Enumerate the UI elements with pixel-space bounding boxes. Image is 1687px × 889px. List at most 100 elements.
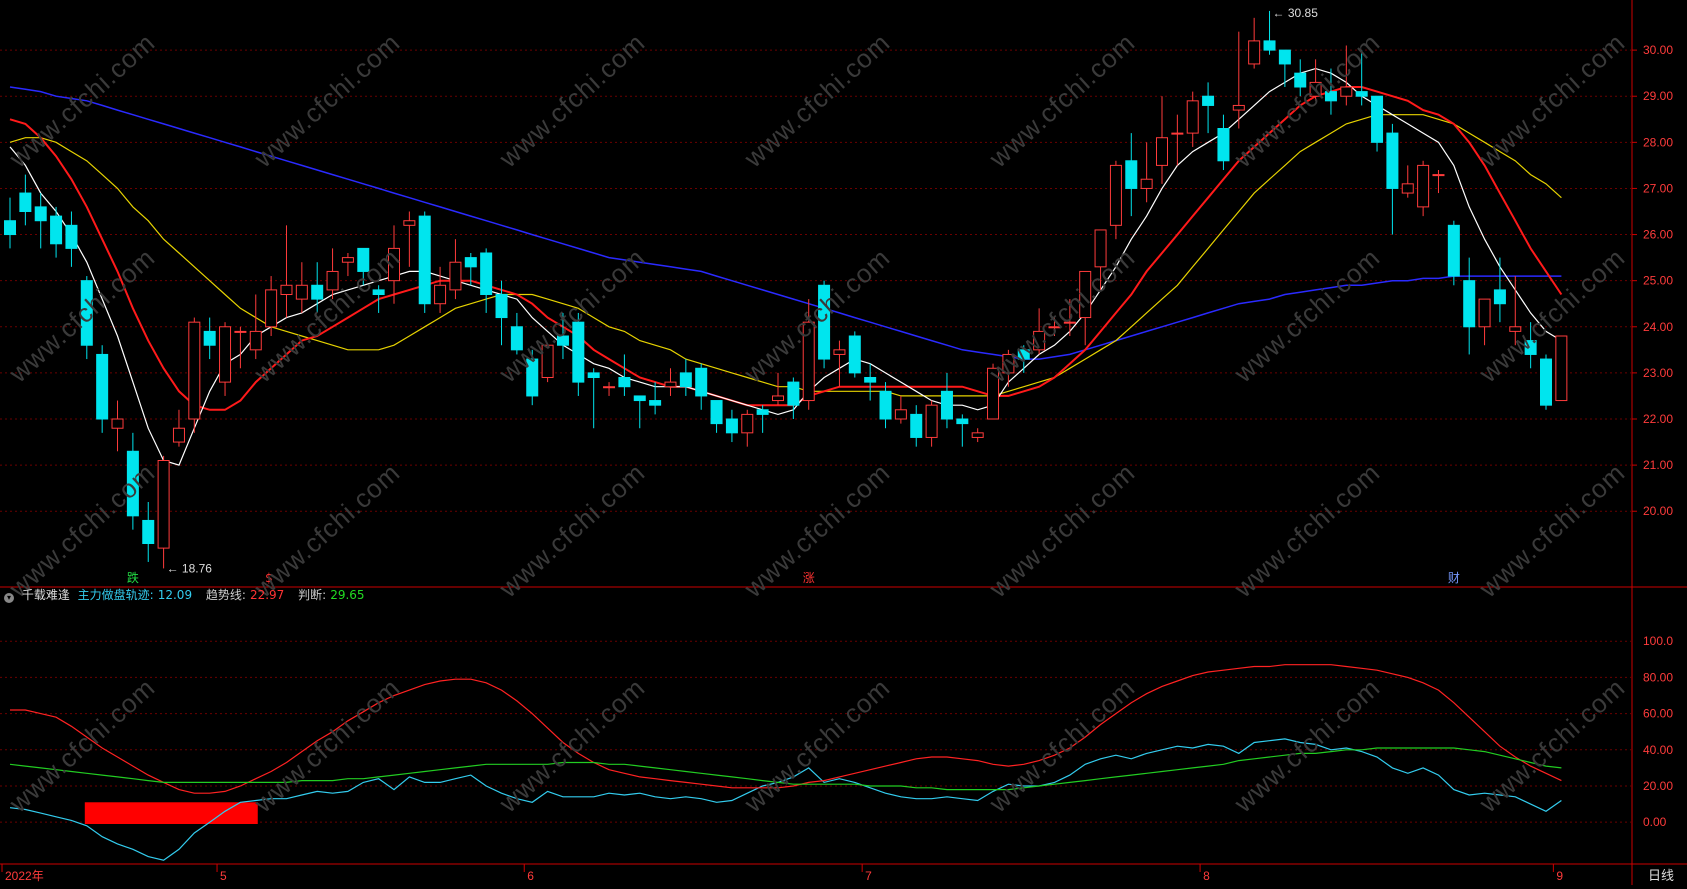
candle-body xyxy=(1002,353,1015,374)
candle-body xyxy=(833,349,846,355)
candle-body xyxy=(725,418,738,434)
candle-body xyxy=(971,432,984,438)
candle-body xyxy=(633,395,646,402)
osc-line xyxy=(9,747,1562,791)
ma-line-ma60 xyxy=(9,86,1562,360)
price-tick-label: 27.00 xyxy=(1643,181,1673,195)
price-tick-label: 30.00 xyxy=(1643,43,1673,57)
trend-value: 22.97 xyxy=(249,588,285,602)
candle-body xyxy=(1524,340,1537,355)
time-tick-label: 7 xyxy=(865,869,872,883)
main-value: 12.09 xyxy=(157,588,193,602)
candle-body xyxy=(65,224,78,249)
candle-body xyxy=(679,372,692,388)
event-marker: 涨 xyxy=(803,570,815,585)
candle-body xyxy=(480,252,493,295)
price-tick-label: 20.00 xyxy=(1643,504,1673,518)
candle-body xyxy=(510,326,523,351)
candle-body xyxy=(802,321,815,402)
candle-body xyxy=(34,206,47,222)
candle-body xyxy=(464,257,477,268)
osc-tick-label: 0.00 xyxy=(1643,815,1667,829)
chart-canvas: 30.00 29.00 28.00 27.00 26.00 25.00 24.00 23.00… xyxy=(0,0,1687,885)
candle-body xyxy=(172,427,185,443)
candle-body xyxy=(249,330,262,351)
candle-body xyxy=(925,404,938,438)
event-marker: 跌 xyxy=(127,570,139,585)
candle-body xyxy=(1417,164,1430,208)
candle-body xyxy=(848,335,861,374)
event-marker: 财 xyxy=(1448,571,1460,585)
candle-body xyxy=(4,220,16,236)
candle-body xyxy=(1094,229,1107,268)
candle-body xyxy=(434,284,447,305)
candle-body xyxy=(618,377,631,388)
candle-body xyxy=(403,220,416,226)
candle-body xyxy=(772,395,784,402)
candle-body xyxy=(910,413,923,438)
trend-label: 趋势线: xyxy=(205,588,246,602)
candle-body xyxy=(1493,289,1506,305)
price-tick-label: 25.00 xyxy=(1643,274,1673,288)
candle-body xyxy=(280,284,293,295)
collapse-icon[interactable]: ▾ xyxy=(4,593,14,603)
ma-line-ma20 xyxy=(9,114,1562,397)
candle-body xyxy=(879,390,892,420)
candle-body xyxy=(1202,95,1215,106)
candle-body xyxy=(219,326,232,383)
candle-body xyxy=(1555,335,1568,402)
candle-body xyxy=(19,192,32,213)
candle-body xyxy=(1540,358,1552,406)
price-tick-label: 23.00 xyxy=(1643,366,1673,380)
candle-body xyxy=(1248,40,1261,65)
candle-body xyxy=(111,418,124,429)
candle-body xyxy=(818,284,831,360)
candle-body xyxy=(572,321,585,383)
candle-body xyxy=(1186,100,1199,134)
candle-body xyxy=(1401,183,1414,194)
price-tick-label: 26.00 xyxy=(1643,228,1673,242)
price-tick-label: 28.00 xyxy=(1643,135,1673,149)
candle-body xyxy=(1033,330,1046,351)
candle-body xyxy=(1463,280,1476,328)
candle-body xyxy=(449,261,462,291)
osc-tick-label: 60.00 xyxy=(1643,707,1673,721)
candle-body xyxy=(157,460,170,549)
price-tick-label: 24.00 xyxy=(1643,320,1673,334)
ma-line-ma10 xyxy=(9,86,1563,411)
stock-chart: 30.00 29.00 28.00 27.00 26.00 25.00 24.00 23.00… xyxy=(0,0,1687,885)
candle-body xyxy=(1109,164,1122,226)
candle-body xyxy=(649,400,662,406)
candle-body xyxy=(556,335,569,346)
candle-body xyxy=(894,409,907,420)
candle-body xyxy=(1063,321,1076,324)
main-label: 主力做盘轨迹: xyxy=(77,588,154,602)
candle-body xyxy=(188,321,201,420)
candle-body xyxy=(388,247,400,282)
candle-body xyxy=(203,330,216,346)
candle-body xyxy=(234,330,247,333)
candle-body xyxy=(1048,326,1061,329)
extreme-price-label: ← 30.85 xyxy=(1273,6,1319,20)
candle-body xyxy=(710,400,723,425)
osc-tick-label: 40.00 xyxy=(1643,743,1673,757)
candle-body xyxy=(987,367,1000,420)
candle-body xyxy=(142,519,155,545)
candle-body xyxy=(1309,81,1322,97)
osc-tick-label: 100.0 xyxy=(1643,634,1673,648)
candle-body xyxy=(1355,91,1368,97)
candle-body xyxy=(1125,160,1138,189)
candle-body xyxy=(1232,104,1245,111)
indicator-name: 千载难逢 xyxy=(21,588,70,602)
period-label: 日线 xyxy=(1648,869,1674,884)
candle-body xyxy=(526,358,539,397)
candle-body xyxy=(1017,349,1030,360)
candle-body xyxy=(1340,86,1353,97)
candle-body xyxy=(956,418,969,425)
candle-body xyxy=(1386,132,1399,189)
candle-body xyxy=(126,450,139,517)
candle-body xyxy=(1263,40,1276,51)
price-tick-label: 22.00 xyxy=(1643,412,1673,426)
time-tick-label: 6 xyxy=(527,869,534,883)
candle-body xyxy=(295,284,308,300)
